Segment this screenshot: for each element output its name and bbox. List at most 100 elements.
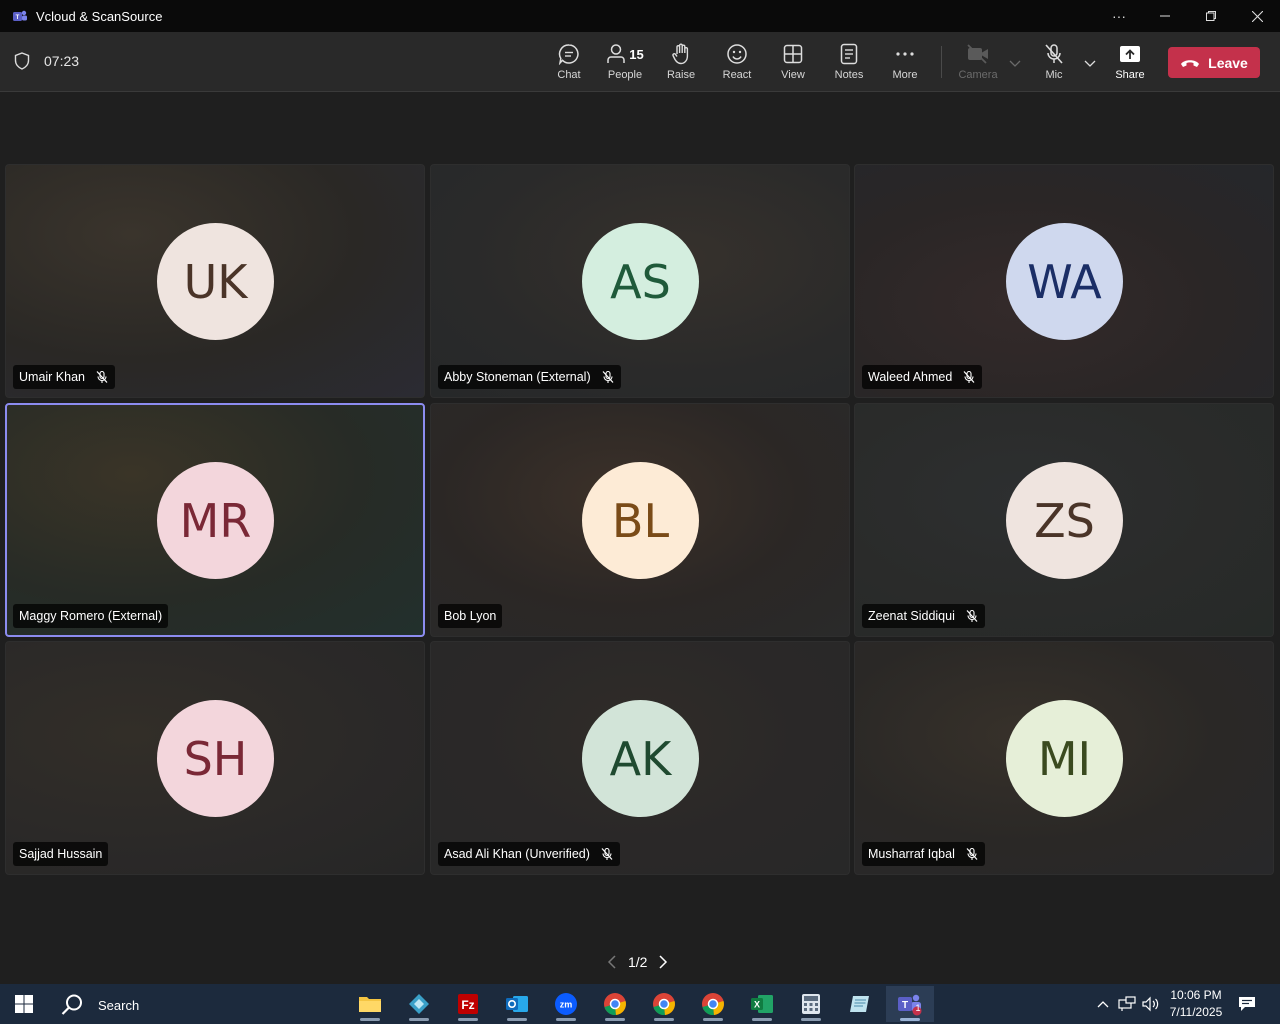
participant-name: Waleed Ahmed (868, 370, 953, 384)
page-indicator: 1/2 (628, 954, 648, 970)
restore-button[interactable] (1188, 0, 1234, 32)
participant-avatar: WA (1006, 223, 1123, 340)
leave-button[interactable]: Leave (1168, 47, 1260, 78)
zoom-icon: zm (555, 993, 577, 1015)
taskbar-filezilla[interactable]: Fz (449, 986, 487, 1022)
smiley-icon (727, 44, 747, 64)
taskbar-notepad[interactable] (841, 986, 879, 1022)
minimize-button[interactable] (1142, 0, 1188, 32)
mic-muted-icon (601, 370, 615, 384)
meeting-timer: 07:23 (14, 52, 79, 70)
mic-off-icon (1045, 44, 1063, 64)
participant-avatar: AK (582, 700, 699, 817)
mic-muted-icon (965, 609, 979, 623)
people-button[interactable]: 15 People (597, 42, 653, 86)
taskbar-app-diamond[interactable] (400, 986, 438, 1022)
participant-nameplate: Asad Ali Khan (Unverified) (438, 842, 620, 866)
participant-tile[interactable]: MI Musharraf Iqbal (854, 641, 1274, 875)
participant-avatar: SH (157, 700, 274, 817)
mic-button[interactable]: Mic (1026, 42, 1082, 86)
participant-tile[interactable]: UK Umair Khan (5, 164, 425, 398)
participant-tile[interactable]: MR Maggy Romero (External) (5, 403, 425, 637)
page-navigator: 1/2 (606, 954, 669, 970)
ellipsis-icon (896, 52, 914, 56)
next-page-icon[interactable] (657, 954, 669, 970)
system-clock[interactable]: 10:06 PM 7/11/2025 (1166, 987, 1226, 1021)
participant-tile[interactable]: AK Asad Ali Khan (Unverified) (430, 641, 850, 875)
notifications-icon[interactable] (1238, 996, 1256, 1012)
windows-start-icon[interactable] (14, 994, 34, 1014)
windows-taskbar: Search Fz zm X T 1 10:06 PM 7/11/2025 (0, 984, 1280, 1024)
participant-tile[interactable]: BL Bob Lyon (430, 403, 850, 637)
share-screen-icon (1120, 46, 1140, 62)
svg-text:T: T (16, 15, 20, 21)
mic-options-chevron-icon[interactable] (1083, 56, 1097, 70)
people-count: 15 (629, 46, 644, 62)
participant-name: Bob Lyon (444, 609, 497, 623)
participant-nameplate: Zeenat Siddiqui (862, 604, 985, 628)
taskbar-calculator[interactable] (792, 986, 830, 1022)
participant-tile[interactable]: ZS Zeenat Siddiqui (854, 403, 1274, 637)
participant-avatar: AS (582, 223, 699, 340)
more-button[interactable]: More (877, 42, 933, 86)
participant-nameplate: Umair Khan (13, 365, 115, 389)
svg-text:Fz: Fz (461, 998, 474, 1012)
participant-nameplate: Abby Stoneman (External) (438, 365, 621, 389)
participant-nameplate: Musharraf Iqbal (862, 842, 985, 866)
taskbar-chrome-1[interactable] (596, 986, 634, 1022)
calculator-icon (802, 994, 820, 1014)
timer-text: 07:23 (44, 53, 80, 69)
taskbar-chrome-3[interactable] (694, 986, 732, 1022)
taskbar-zoom[interactable]: zm (547, 986, 585, 1022)
chrome-icon (653, 993, 675, 1016)
participant-nameplate: Bob Lyon (438, 604, 503, 628)
more-options-icon[interactable]: ··· (1096, 0, 1142, 32)
clock-time: 10:06 PM (1170, 988, 1222, 1002)
taskbar-search[interactable]: Search (60, 993, 139, 1017)
participant-name: Musharraf Iqbal (868, 847, 955, 861)
mic-muted-icon (600, 847, 614, 861)
camera-off-icon (967, 44, 988, 64)
taskbar-chrome-2[interactable] (645, 986, 683, 1022)
participant-nameplate: Maggy Romero (External) (13, 604, 169, 628)
taskbar-file-explorer[interactable] (351, 986, 389, 1022)
participant-nameplate: Sajjad Hussain (13, 842, 109, 866)
volume-icon[interactable] (1142, 996, 1160, 1012)
taskbar-excel[interactable]: X (743, 986, 781, 1022)
network-icon[interactable] (1118, 996, 1136, 1012)
participant-name: Abby Stoneman (External) (444, 370, 591, 384)
participant-tile[interactable]: AS Abby Stoneman (External) (430, 164, 850, 398)
participant-avatar: UK (157, 223, 274, 340)
toolbar-divider (941, 46, 942, 78)
camera-options-chevron-icon[interactable] (1008, 56, 1022, 70)
taskbar-outlook[interactable] (498, 986, 536, 1022)
participant-name: Zeenat Siddiqui (868, 609, 955, 623)
raise-hand-button[interactable]: Raise (653, 42, 709, 86)
previous-page-icon[interactable] (606, 954, 618, 970)
grid-view-icon (783, 44, 803, 64)
camera-button[interactable]: Camera (950, 42, 1006, 86)
participant-name: Sajjad Hussain (19, 847, 103, 861)
participant-name: Maggy Romero (External) (19, 609, 163, 623)
participant-tile[interactable]: SH Sajjad Hussain (5, 641, 425, 875)
chevron-up-icon[interactable] (1096, 998, 1110, 1010)
participant-name: Umair Khan (19, 370, 85, 384)
taskbar-teams[interactable]: T 1 (886, 986, 934, 1022)
teams-app-icon: T (13, 10, 27, 21)
view-button[interactable]: View (765, 42, 821, 86)
notes-button[interactable]: Notes (821, 42, 877, 86)
excel-icon: X (751, 995, 773, 1013)
svg-text:zm: zm (560, 1000, 573, 1010)
filezilla-icon: Fz (458, 994, 478, 1014)
outlook-icon (506, 996, 528, 1012)
share-button[interactable]: Share (1102, 42, 1158, 86)
window-title: Vcloud & ScanSource (36, 8, 163, 24)
participant-tile[interactable]: WA Waleed Ahmed (854, 164, 1274, 398)
shield-icon (14, 52, 30, 70)
close-button[interactable] (1234, 0, 1280, 32)
react-button[interactable]: React (709, 42, 765, 86)
folder-icon (359, 997, 381, 1012)
participant-avatar: MI (1006, 700, 1123, 817)
chat-button[interactable]: Chat (541, 42, 597, 86)
mic-muted-icon (965, 847, 979, 861)
